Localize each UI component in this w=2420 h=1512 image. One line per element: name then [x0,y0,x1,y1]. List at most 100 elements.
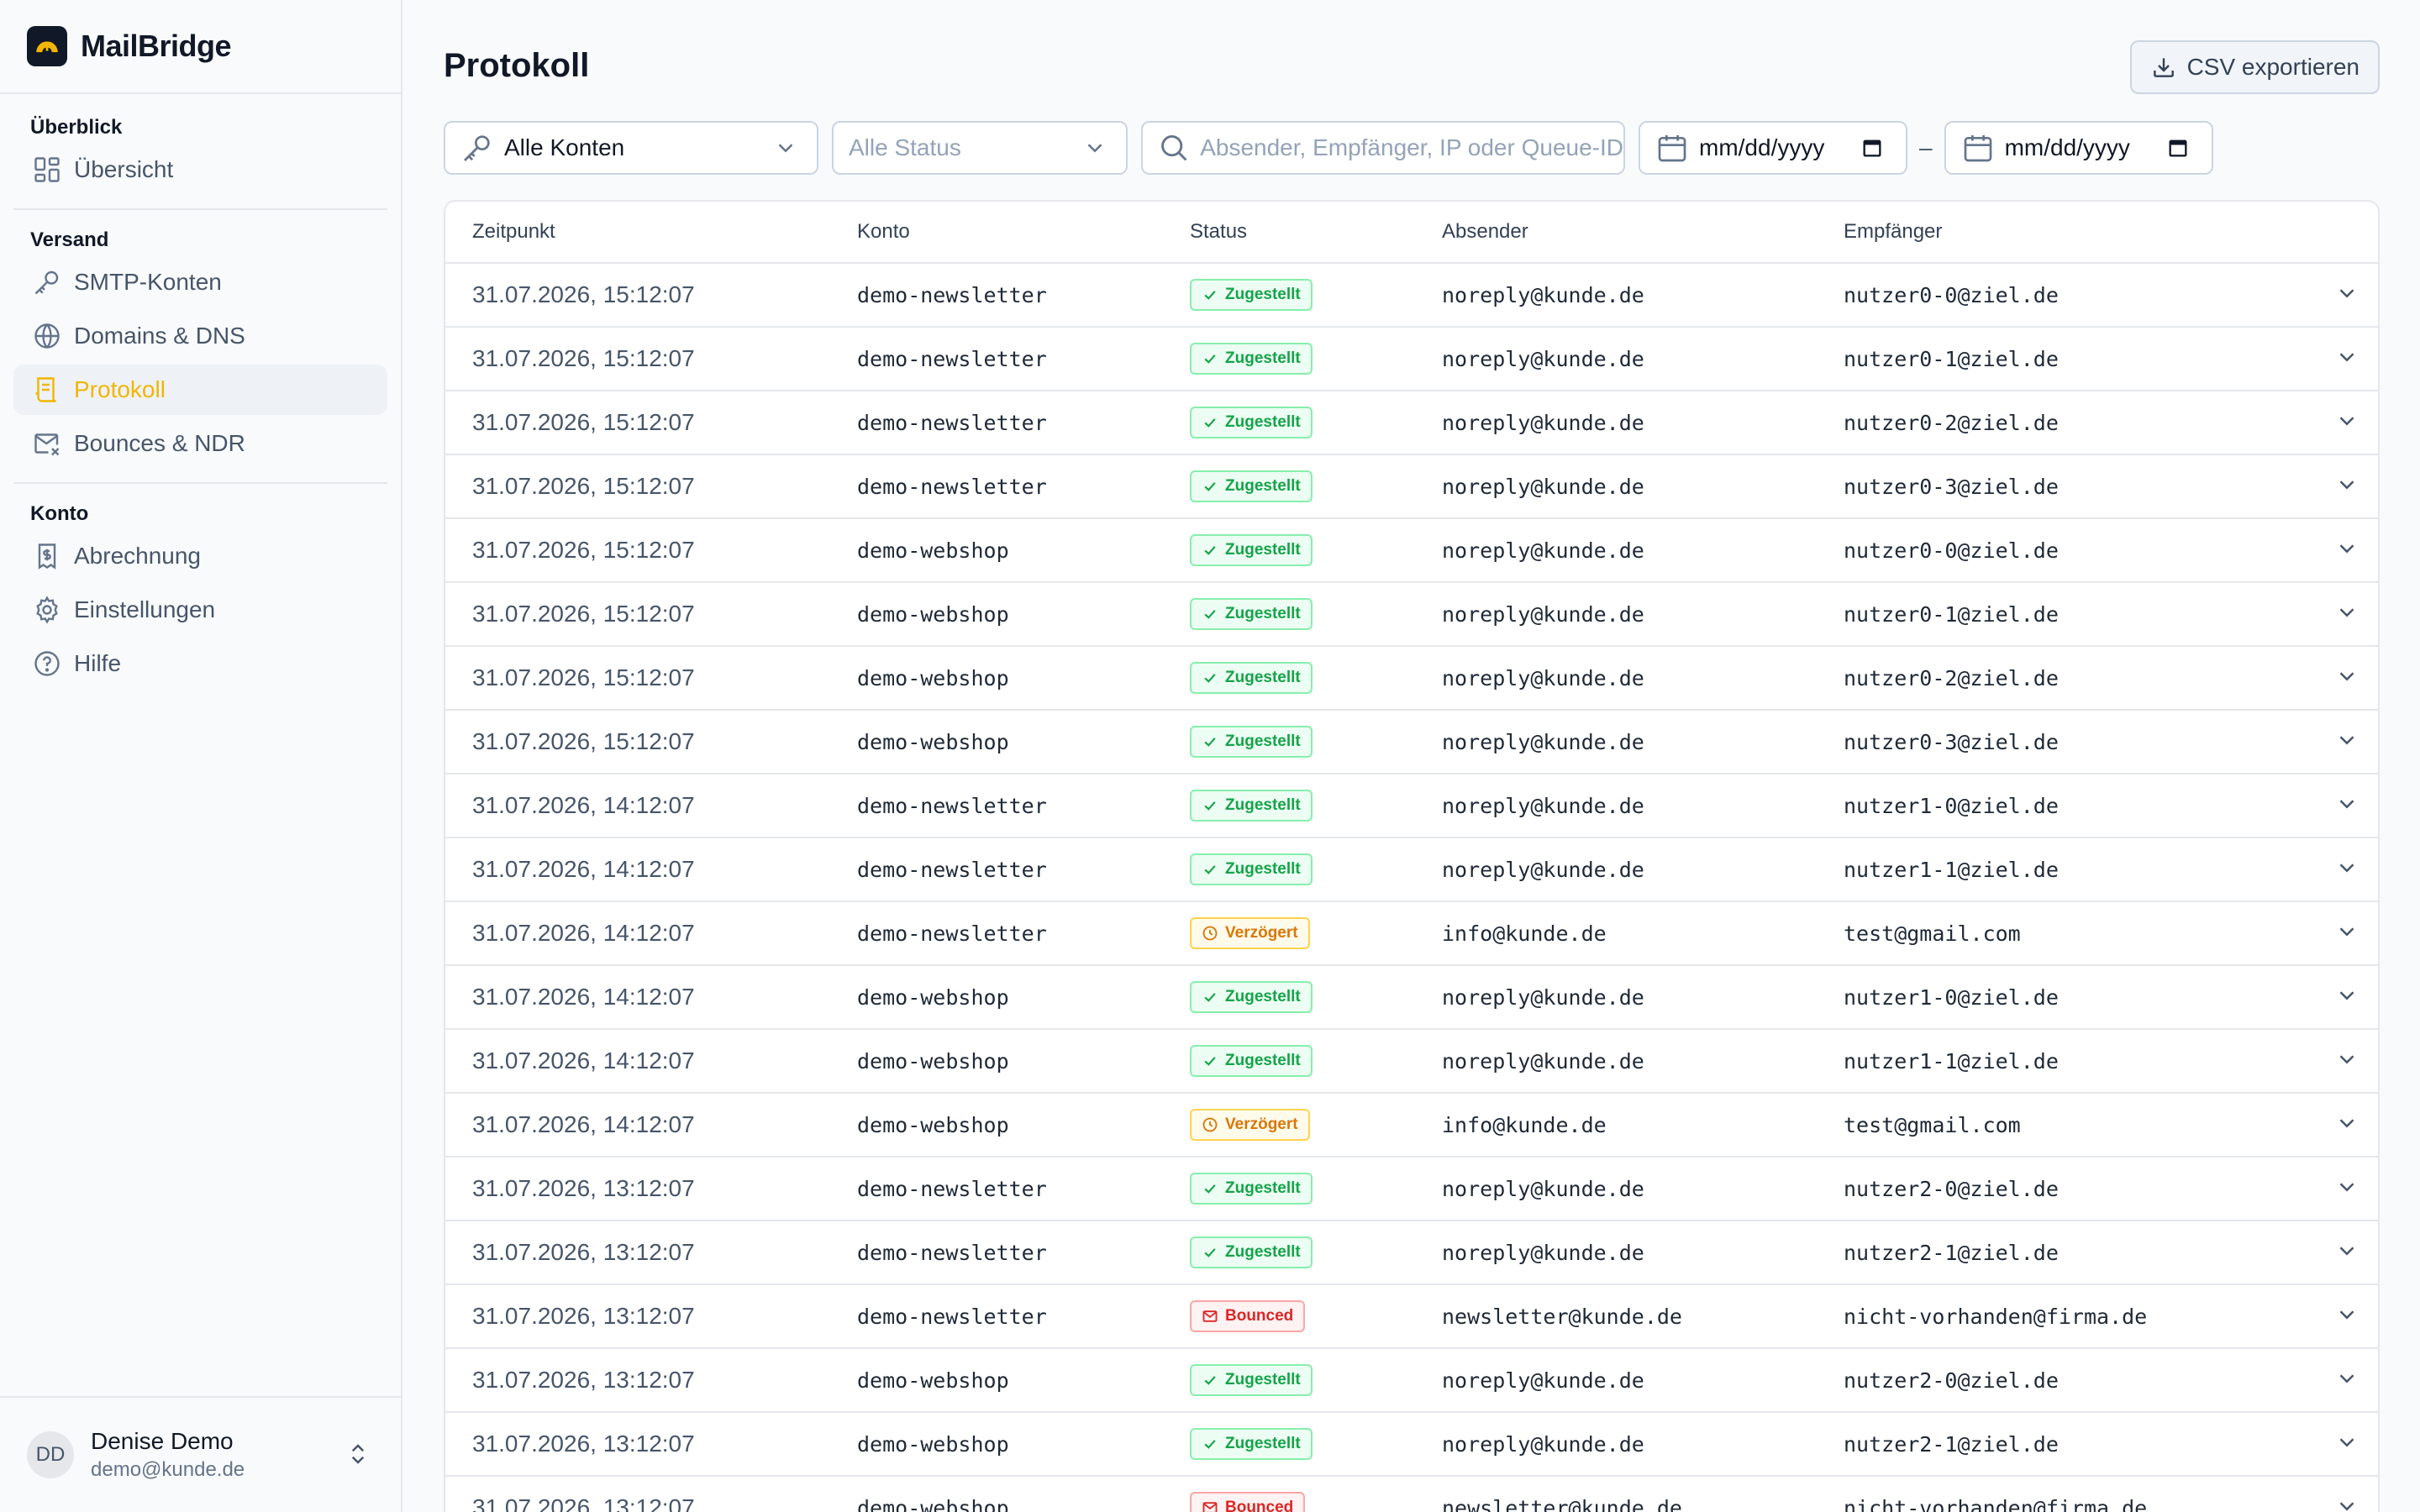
expand-row-chevron-icon[interactable] [2334,536,2360,561]
table-row[interactable]: 31.07.2026, 13:12:07 demo-newsletter Zug… [445,1158,2378,1221]
date-from-input[interactable]: mm/dd/yyyy [1639,121,1907,175]
search-input[interactable]: Absender, Empfänger, IP oder Queue-ID [1141,121,1625,175]
sidebar-item-abrechnung[interactable]: Abrechnung [13,531,387,581]
table-row[interactable]: 31.07.2026, 15:12:07 demo-webshop Zugest… [445,519,2378,583]
chevron-down-icon [1087,144,1102,153]
date-to-input[interactable]: mm/dd/yyyy [1944,121,2213,175]
status-select[interactable]: Alle Status [832,121,1128,175]
expand-row-chevron-icon[interactable] [2334,472,2360,497]
sidebar-item-domains[interactable]: Domains & DNS [13,311,387,361]
table-row[interactable]: 31.07.2026, 15:12:07 demo-webshop Zugest… [445,583,2378,647]
column-header-status[interactable]: Status [1190,220,1442,244]
table-row[interactable]: 31.07.2026, 15:12:07 demo-newsletter Zug… [445,455,2378,519]
brand[interactable]: MailBridge [0,0,401,94]
expand-row-chevron-icon[interactable] [2334,1110,2360,1136]
cell-konto: demo-newsletter [857,474,1047,499]
csv-export-button[interactable]: CSV exportieren [2129,40,2380,94]
cell-empfaenger: nutzer0-0@ziel.de [1844,282,2059,307]
table-row[interactable]: 31.07.2026, 13:12:07 demo-webshop Zugest… [445,1349,2378,1413]
cell-konto: demo-newsletter [857,282,1047,307]
column-header-zeitpunkt[interactable]: Zeitpunkt [445,220,857,244]
date-separator: – [1919,134,1933,160]
sidebar-item-einstellungen[interactable]: Einstellungen [13,585,387,635]
cell-status: Zugestellt [1190,279,1442,311]
column-header-empfaenger[interactable]: Empfänger [1844,220,2314,244]
sidebar: MailBridge Überblick Übersicht Versand S… [0,0,402,1512]
expand-row-chevron-icon[interactable] [2334,919,2360,944]
cell-empfaenger: nutzer0-2@ziel.de [1844,410,2059,435]
expand-row-chevron-icon[interactable] [2334,1430,2360,1455]
mail-x-icon [30,427,64,460]
cell-absender: newsletter@kunde.de [1442,1495,1682,1512]
expand-row-chevron-icon[interactable] [2334,791,2360,816]
log-table: Zeitpunkt Konto Status Absender Empfänge… [444,200,2380,1512]
cell-status: Zugestellt [1190,1364,1442,1396]
cell-konto: demo-webshop [857,601,1009,627]
user-menu[interactable]: DD Denise Demo demo@kunde.de [0,1396,401,1512]
cell-absender: noreply@kunde.de [1442,1240,1644,1265]
expand-row-chevron-icon[interactable] [2334,664,2360,689]
expand-row-chevron-icon[interactable] [2334,1494,2360,1512]
cell-zeitpunkt: 31.07.2026, 15:12:07 [472,345,695,371]
table-row[interactable]: 31.07.2026, 14:12:07 demo-webshop Zugest… [445,1030,2378,1094]
table-row[interactable]: 31.07.2026, 15:12:07 demo-webshop Zugest… [445,711,2378,774]
table-row[interactable]: 31.07.2026, 14:12:07 demo-webshop Verzög… [445,1094,2378,1158]
chevron-up-down-icon[interactable] [345,1441,371,1467]
table-row[interactable]: 31.07.2026, 15:12:07 demo-newsletter Zug… [445,264,2378,328]
cell-zeitpunkt: 31.07.2026, 13:12:07 [472,1175,695,1201]
column-header-absender[interactable]: Absender [1442,220,1844,244]
table-row[interactable]: 31.07.2026, 15:12:07 demo-newsletter Zug… [445,328,2378,391]
cell-empfaenger: nicht-vorhanden@firma.de [1844,1304,2148,1329]
table-row[interactable]: 31.07.2026, 14:12:07 demo-webshop Zugest… [445,966,2378,1030]
expand-row-chevron-icon[interactable] [2334,600,2360,625]
table-row[interactable]: 31.07.2026, 13:12:07 demo-newsletter Bou… [445,1285,2378,1349]
divider [13,482,387,484]
expand-row-chevron-icon[interactable] [2334,983,2360,1008]
table-row[interactable]: 31.07.2026, 14:12:07 demo-newsletter Zug… [445,774,2378,838]
expand-row-chevron-icon[interactable] [2334,727,2360,753]
status-badge: Zugestellt [1190,1045,1313,1077]
cell-absender: info@kunde.de [1442,1112,1607,1137]
expand-row-chevron-icon[interactable] [2334,344,2360,370]
sidebar-item-bounces[interactable]: Bounces & NDR [13,418,387,469]
cell-empfaenger: test@gmail.com [1844,1112,2021,1137]
sidebar-item-protokoll[interactable]: Protokoll [13,365,387,415]
expand-row-chevron-icon[interactable] [2334,281,2360,306]
sidebar-item-smtp-konten[interactable]: SMTP-Konten [13,257,387,307]
table-row[interactable]: 31.07.2026, 13:12:07 demo-webshop Bounce… [445,1477,2378,1512]
check-icon [1204,482,1216,491]
status-badge: Zugestellt [1190,598,1313,630]
expand-row-chevron-icon[interactable] [2334,855,2360,880]
expand-row-chevron-icon[interactable] [2334,1366,2360,1391]
status-badge: Zugestellt [1190,1428,1313,1460]
table-row[interactable]: 31.07.2026, 14:12:07 demo-newsletter Ver… [445,902,2378,966]
calendar-picker-icon[interactable] [2166,136,2190,160]
table-row[interactable]: 31.07.2026, 13:12:07 demo-newsletter Zug… [445,1221,2378,1285]
expand-row-chevron-icon[interactable] [2334,1238,2360,1263]
cell-zeitpunkt: 31.07.2026, 15:12:07 [472,664,695,690]
table-row[interactable]: 31.07.2026, 13:12:07 demo-webshop Zugest… [445,1413,2378,1477]
date-to-value: mm/dd/yyyy [2004,134,2130,160]
cell-konto: demo-webshop [857,665,1009,690]
cell-konto: demo-webshop [857,1048,1009,1074]
column-header-konto[interactable]: Konto [857,220,1190,244]
table-row[interactable]: 31.07.2026, 14:12:07 demo-newsletter Zug… [445,838,2378,902]
key-icon [464,135,490,161]
cell-absender: newsletter@kunde.de [1442,1304,1682,1329]
check-icon [1204,1057,1216,1066]
expand-row-chevron-icon[interactable] [2334,1174,2360,1200]
table-row[interactable]: 31.07.2026, 15:12:07 demo-webshop Zugest… [445,647,2378,711]
cell-konto: demo-newsletter [857,1240,1047,1265]
expand-row-chevron-icon[interactable] [2334,408,2360,433]
status-badge: Zugestellt [1190,407,1313,438]
konten-select[interactable]: Alle Konten [444,121,818,175]
sidebar-item-hilfe[interactable]: Hilfe [13,638,387,689]
calendar-picker-icon[interactable] [1860,136,1884,160]
expand-row-chevron-icon[interactable] [2334,1047,2360,1072]
cell-zeitpunkt: 31.07.2026, 14:12:07 [472,1047,695,1074]
sidebar-item-overview[interactable]: Übersicht [13,144,387,195]
expand-row-chevron-icon[interactable] [2334,1302,2360,1327]
clock-icon [1202,1117,1218,1132]
table-row[interactable]: 31.07.2026, 15:12:07 demo-newsletter Zug… [445,391,2378,455]
cell-konto: demo-webshop [857,1112,1009,1137]
